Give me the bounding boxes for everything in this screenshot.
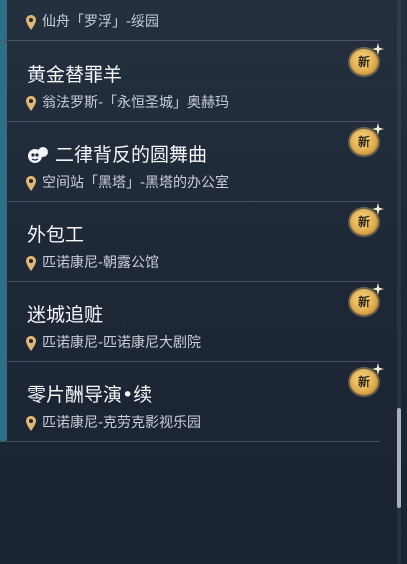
quest-accent-bar (0, 121, 7, 201)
quest-list: 仙舟「罗浮」-绥园 黄金替罪羊 翁法罗斯-「永恒圣城」奥赫玛 新 二律背反的圆舞… (0, 0, 395, 564)
location-pin-icon (26, 255, 36, 271)
sparkle-icon (372, 123, 384, 135)
location-pin-icon (26, 415, 36, 431)
quest-location: 空间站「黑塔」-黑塔的办公室 (26, 174, 229, 192)
quest-location-text: 仙舟「罗浮」-绥园 (42, 14, 160, 30)
quest-title-text: 二律背反的圆舞曲 (55, 144, 208, 166)
scrollbar[interactable] (397, 0, 401, 564)
location-pin-icon (26, 175, 36, 191)
scrollbar-thumb[interactable] (397, 408, 401, 508)
new-badge-icon: 新 (350, 283, 384, 317)
quest-accent-bar (0, 0, 7, 40)
quest-item[interactable]: 外包工 匹诺康尼-朝露公馆 新 (0, 201, 384, 282)
quest-title: 外包工 (27, 223, 84, 247)
quest-location-text: 匹诺康尼-朝露公馆 (42, 255, 160, 271)
new-badge-icon: 新 (350, 123, 384, 157)
location-pin-icon (26, 95, 36, 111)
quest-location-text: 匹诺康尼-克劳克影视乐园 (42, 415, 202, 431)
quest-location: 匹诺康尼-朝露公馆 (26, 254, 159, 272)
quest-location-text: 匹诺康尼-匹诺康尼大剧院 (42, 335, 202, 351)
quest-accent-bar (0, 281, 7, 361)
quest-location: 翁法罗斯-「永恒圣城」奥赫玛 (26, 94, 229, 112)
new-badge-icon: 新 (350, 363, 384, 397)
quest-location: 匹诺康尼-克劳克影视乐园 (26, 414, 201, 432)
new-badge-icon: 新 (350, 43, 384, 77)
quest-title: 黄金替罪羊 (27, 63, 122, 87)
quest-title: 迷城追赃 (27, 303, 103, 327)
quest-accent-bar (0, 41, 7, 121)
quest-location-text: 空间站「黑塔」-黑塔的办公室 (42, 175, 230, 191)
quest-title-text: 外包工 (27, 224, 85, 246)
location-pin-icon (26, 14, 36, 30)
sparkle-icon (372, 363, 384, 375)
quest-location: 匹诺康尼-匹诺康尼大剧院 (26, 334, 201, 352)
quest-title: 二律背反的圆舞曲 (27, 143, 207, 167)
quest-title-text: 零片酬导演•续 (27, 384, 153, 406)
quest-title: 零片酬导演•续 (27, 383, 152, 407)
quest-location: 仙舟「罗浮」-绥园 (26, 13, 159, 31)
character-icon (28, 147, 48, 163)
sparkle-icon (372, 43, 384, 55)
sparkle-icon (372, 283, 384, 295)
quest-accent-bar (0, 201, 7, 281)
quest-accent-bar (0, 361, 7, 441)
quest-location-text: 翁法罗斯-「永恒圣城」奥赫玛 (42, 95, 230, 111)
quest-title-text: 迷城追赃 (27, 304, 104, 326)
quest-item[interactable]: 仙舟「罗浮」-绥园 (0, 0, 380, 41)
quest-item[interactable]: 迷城追赃 匹诺康尼-匹诺康尼大剧院 新 (0, 281, 384, 362)
location-pin-icon (26, 335, 36, 351)
sparkle-icon (372, 203, 384, 215)
quest-title-text: 黄金替罪羊 (27, 64, 123, 86)
quest-item[interactable]: 黄金替罪羊 翁法罗斯-「永恒圣城」奥赫玛 新 (0, 41, 384, 122)
new-badge-icon: 新 (350, 203, 384, 237)
quest-item[interactable]: 零片酬导演•续 匹诺康尼-克劳克影视乐园 新 (0, 361, 384, 442)
quest-item[interactable]: 二律背反的圆舞曲 空间站「黑塔」-黑塔的办公室 新 (0, 121, 384, 202)
